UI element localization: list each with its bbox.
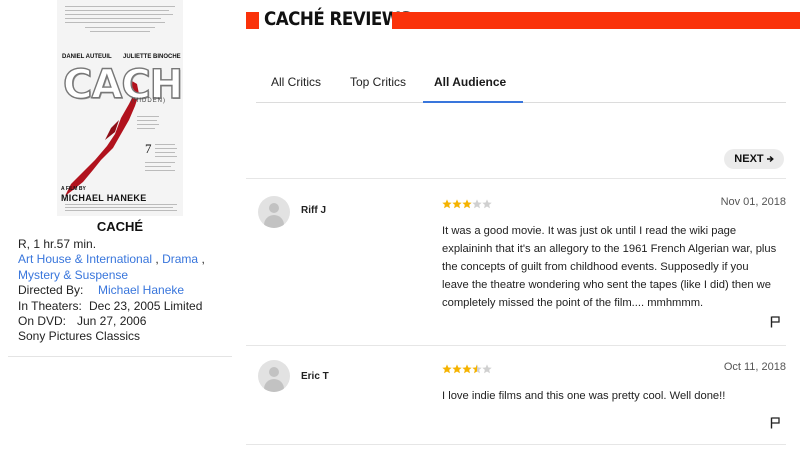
divider: [246, 444, 786, 445]
star-icon: [442, 199, 452, 209]
review-date: Nov 01, 2018: [720, 196, 786, 208]
genre-link-mystery[interactable]: Mystery & Suspense: [18, 268, 128, 282]
movie-details: R, 1 hr.57 min. Art House & Internationa…: [18, 237, 205, 345]
movie-title: CACHÉ: [96, 219, 144, 234]
flag-icon[interactable]: [770, 316, 780, 328]
poster-film-by: A FILM BY: [61, 186, 86, 192]
avatar: [258, 196, 290, 228]
director-link[interactable]: Michael Haneke: [98, 283, 184, 297]
poster-subtitle: (HIDDEN): [131, 98, 166, 104]
blood-streak-graphic: [65, 78, 139, 196]
reviews-panel: CACHÉ REVIEWS All Critics Top Critics Al…: [246, 0, 800, 452]
page-title: CACHÉ REVIEWS: [264, 8, 412, 30]
star-icon: [472, 364, 482, 374]
genre-separator: ,: [152, 252, 159, 267]
genre-link-art-house[interactable]: Art House & International: [18, 252, 152, 266]
in-theaters-value: Dec 23, 2005 Limited: [89, 298, 203, 313]
tab-all-critics[interactable]: All Critics: [271, 75, 321, 89]
star-icon: [462, 364, 472, 374]
studio: Sony Pictures Classics: [18, 329, 141, 344]
on-dvd-label: On DVD:: [18, 314, 67, 329]
genre-link-drama[interactable]: Drama: [162, 252, 198, 266]
tab-all-audience[interactable]: All Audience: [434, 75, 506, 89]
review-text: I love indie films and this one was pret…: [442, 390, 726, 402]
tab-top-critics[interactable]: Top Critics: [350, 75, 406, 89]
reviewer-name: Eric T: [301, 371, 329, 382]
rating-runtime: R, 1 hr.57 min.: [18, 237, 97, 251]
directed-by-label: Directed By:: [18, 283, 84, 298]
in-theaters-label: In Theaters:: [18, 298, 82, 313]
divider: [8, 356, 232, 357]
divider: [246, 345, 786, 346]
star-icon: [472, 199, 482, 209]
review-tabs: All Critics Top Critics All Audience: [256, 66, 786, 103]
divider: [246, 178, 786, 179]
next-page-button[interactable]: NEXT: [724, 149, 784, 169]
arrow-right-icon: [766, 155, 774, 163]
poster-director: MICHAEL HANEKE: [61, 193, 147, 203]
star-icon: [452, 364, 462, 374]
star-icon: [482, 364, 492, 374]
poster-award-number: 7: [145, 141, 152, 156]
star-icon: [482, 199, 492, 209]
star-icon: [462, 199, 472, 209]
movie-info-panel: DANIEL AUTEUIL JULIETTE BINOCHE CACHÉ (H…: [0, 0, 234, 452]
star-icon: [452, 199, 462, 209]
avatar: [258, 360, 290, 392]
genre-separator: ,: [198, 252, 205, 267]
movie-poster[interactable]: DANIEL AUTEUIL JULIETTE BINOCHE CACHÉ (H…: [57, 0, 183, 216]
star-icon: [442, 364, 452, 374]
next-label: NEXT: [734, 153, 764, 165]
flag-icon[interactable]: [770, 417, 780, 429]
active-tab-indicator: [423, 101, 523, 103]
review-date: Oct 11, 2018: [723, 361, 786, 373]
reviewer-name: Riff J: [301, 205, 326, 216]
header-accent-bar: [392, 12, 800, 29]
header-accent-block: [246, 12, 259, 29]
review-text: It was a good movie. It was just ok unti…: [442, 225, 777, 309]
on-dvd-value: Jun 27, 2006: [77, 314, 147, 329]
